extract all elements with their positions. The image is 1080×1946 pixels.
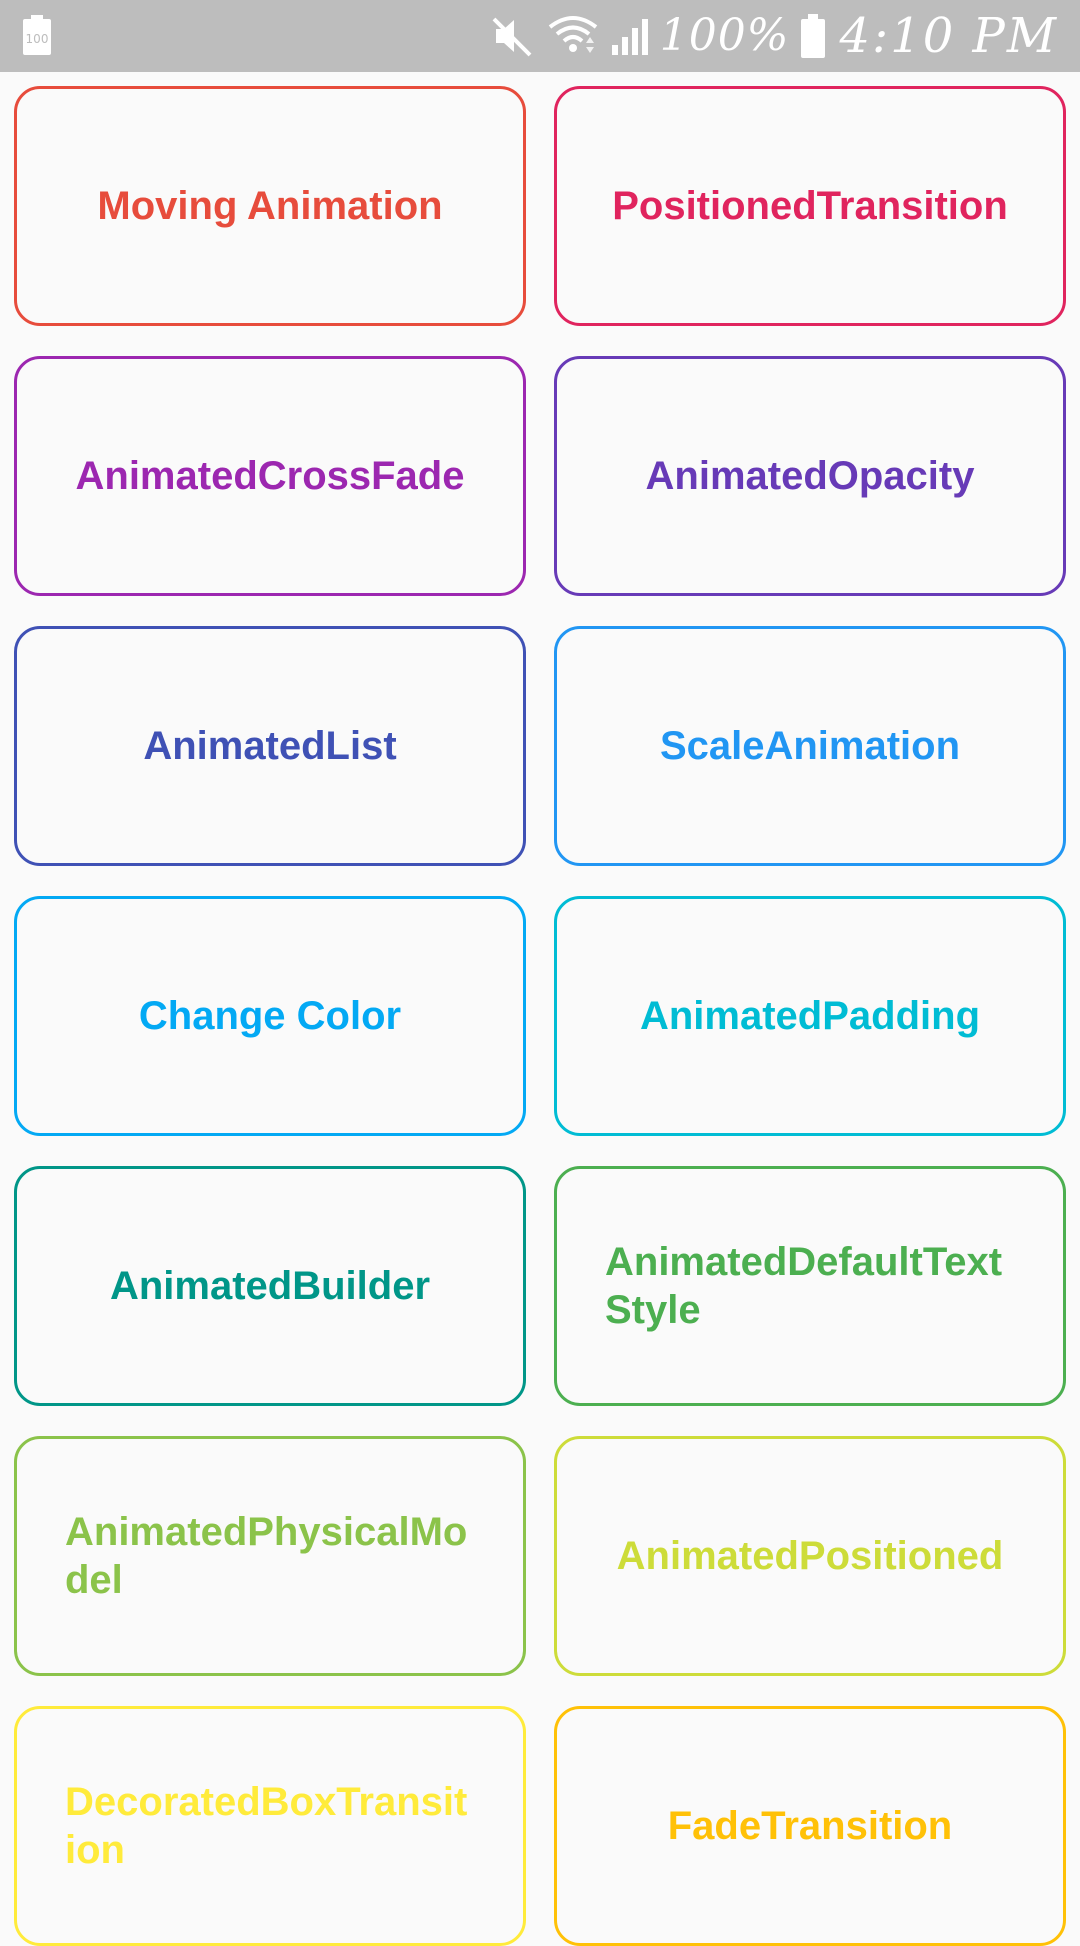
card-positioned-transition[interactable]: PositionedTransition — [554, 86, 1066, 326]
card-change-color[interactable]: Change Color — [14, 896, 526, 1136]
battery-small-label: 100 — [26, 32, 49, 46]
card-animated-builder[interactable]: AnimatedBuilder — [14, 1166, 526, 1406]
card-label: FadeTransition — [667, 1804, 953, 1848]
card-animated-physical-model[interactable]: AnimatedPhysicalModel — [14, 1436, 526, 1676]
card-fade-transition[interactable]: FadeTransition — [554, 1706, 1066, 1946]
card-label: AnimatedDefaultTextStyle — [605, 1240, 1003, 1332]
card-label: AnimatedPhysicalModel — [65, 1510, 468, 1602]
card-label: Moving Animation — [97, 184, 443, 228]
signal-icon — [611, 19, 648, 55]
card-label: PositionedTransition — [612, 184, 1008, 228]
wifi-icon — [548, 16, 597, 53]
battery-percent: 100% — [659, 10, 790, 61]
card-animated-default-text-style[interactable]: AnimatedDefaultTextStyle — [554, 1166, 1066, 1406]
card-label: AnimatedCrossFade — [75, 454, 465, 498]
battery-icon — [800, 14, 825, 58]
card-label: AnimatedPadding — [639, 994, 981, 1038]
card-scale-animation[interactable]: ScaleAnimation — [554, 626, 1066, 866]
card-animated-opacity[interactable]: AnimatedOpacity — [554, 356, 1066, 596]
card-decorated-box-transition[interactable]: DecoratedBoxTransition — [14, 1706, 526, 1946]
card-label: AnimatedOpacity — [645, 454, 975, 498]
card-animated-cross-fade[interactable]: AnimatedCrossFade — [14, 356, 526, 596]
card-label: DecoratedBoxTransition — [65, 1780, 468, 1872]
card-animated-list[interactable]: AnimatedList — [14, 626, 526, 866]
card-label: Change Color — [138, 994, 402, 1038]
mute-icon — [492, 17, 532, 57]
animation-grid: Moving Animation PositionedTransition An… — [14, 86, 1066, 1946]
card-moving-animation[interactable]: Moving Animation — [14, 86, 526, 326]
card-label: ScaleAnimation — [659, 724, 961, 768]
card-label: AnimatedList — [143, 724, 397, 768]
battery-icon: 100 — [23, 15, 51, 55]
card-animated-padding[interactable]: AnimatedPadding — [554, 896, 1066, 1136]
card-label: AnimatedBuilder — [109, 1264, 431, 1308]
card-label: AnimatedPositioned — [616, 1534, 1004, 1578]
clock: 4:10 PM — [839, 8, 1058, 64]
status-bar: 100 100% 4:10 PM — [0, 0, 1080, 72]
status-icons: 100% 4:10 PM — [490, 8, 1058, 64]
card-animated-positioned[interactable]: AnimatedPositioned — [554, 1436, 1066, 1676]
